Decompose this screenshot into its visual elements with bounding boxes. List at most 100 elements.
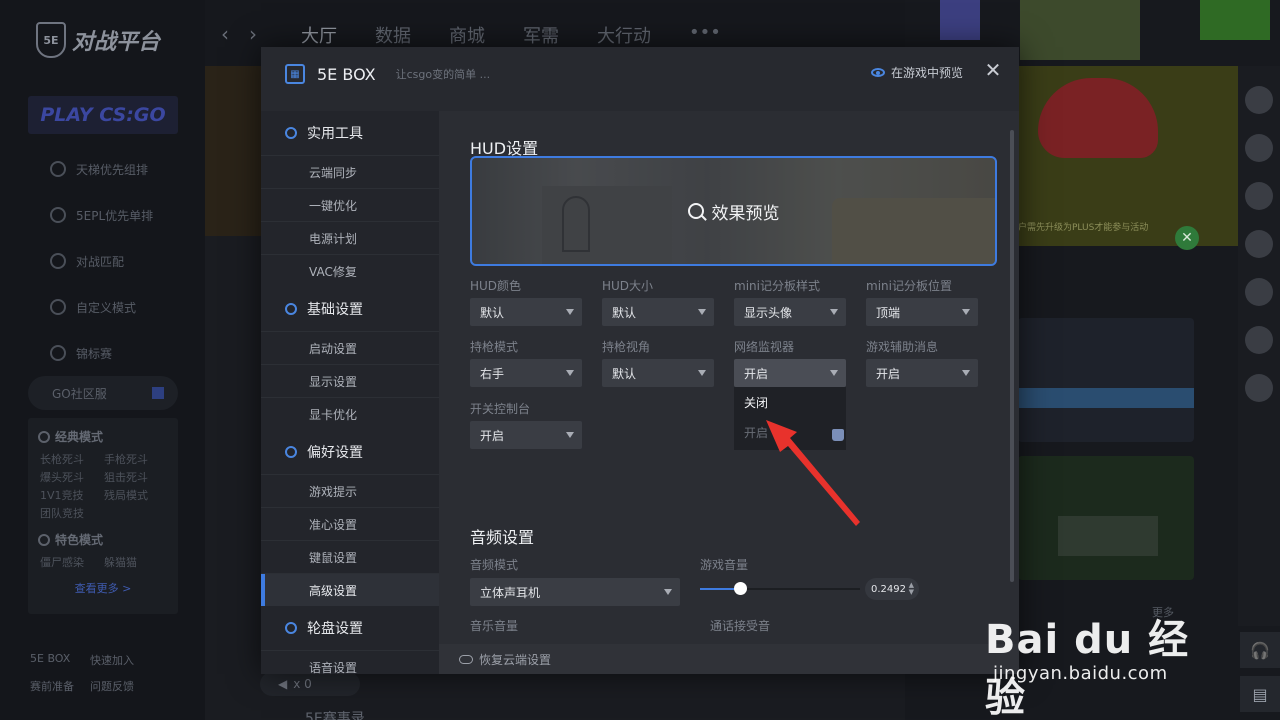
headset-icon[interactable]: 🎧 [1240,632,1280,668]
see-more-link[interactable]: 查看更多 > [38,580,168,596]
caret-down-icon [830,309,838,315]
avatar[interactable] [1245,326,1273,354]
sidebar-item-gpu[interactable]: 显卡优化 [261,397,439,430]
bottom-user: 5E赛事录 [305,711,365,720]
game-assist-select[interactable]: 开启 [866,359,978,387]
news-card[interactable] [1018,456,1194,580]
tab-more[interactable]: ••• [689,22,721,48]
sidebar-item-voice[interactable]: 语音设置 [261,650,439,674]
tab-supply[interactable]: 军需 [523,22,559,48]
sidebar-group-tools[interactable]: 实用工具 [261,111,439,155]
avatar[interactable] [1245,182,1273,210]
sidebar-item-keymouse[interactable]: 键鼠设置 [261,540,439,573]
top-tabs: 大厅 数据 商城 军需 大行动 ••• [301,22,721,48]
sidebar-item-vac-repair[interactable]: VAC修复 [261,254,439,287]
close-icon[interactable]: ✕ [1175,226,1199,250]
avatar[interactable] [1245,134,1273,162]
sidebar-item-display[interactable]: 显示设置 [261,364,439,397]
hud-size-select[interactable]: 默认 [602,298,714,326]
left-nav-item[interactable]: 自定义模式 [50,284,153,330]
shield-icon [50,161,66,177]
gun-view-select[interactable]: 默认 [602,359,714,387]
news-card[interactable] [1018,318,1194,442]
mini-scoreboard-pos-select[interactable]: 顶端 [866,298,978,326]
console-toggle-select[interactable]: 开启 [470,421,582,449]
cloud-icon [459,654,473,664]
promo-banner[interactable] [1018,66,1238,246]
tab-operation[interactable]: 大行动 [597,22,651,48]
audio-mode-select[interactable]: 立体声耳机 [470,578,680,606]
play-csgo-banner[interactable]: PLAY CS:GO [28,96,178,134]
scrollbar[interactable] [1010,130,1014,582]
sidebar-item-game-tips[interactable]: 游戏提示 [261,474,439,507]
sidebar-item-crosshair[interactable]: 准心设置 [261,507,439,540]
hud-color-label: HUD颜色 [470,279,522,293]
preview-in-game-button[interactable]: 在游戏中预览 [870,64,963,81]
game-volume-slider[interactable] [700,582,860,595]
tab-store[interactable]: 商城 [449,22,485,48]
notice-pill[interactable]: ◀ x 0 [260,672,360,696]
left-nav-item[interactable]: 5EPL优先单排 [50,192,153,238]
quick-join-link[interactable]: 快速加入 [90,652,170,668]
hud-color-select[interactable]: 默认 [470,298,582,326]
gear-icon [285,303,297,315]
sidebar-item-advanced[interactable]: 高级设置 [261,573,439,606]
option-on[interactable]: 开启 [734,417,846,447]
back-forward-arrows[interactable]: ‹› [221,22,277,46]
sidebar-group-basic[interactable]: 基础设置 [261,287,439,331]
close-button[interactable]: ✕ [983,60,1003,80]
sidebar-item-launch[interactable]: 启动设置 [261,331,439,364]
box-link[interactable]: 5E BOX [30,652,90,668]
hud-size-label: HUD大小 [602,279,654,293]
mode-link[interactable]: 残局模式 [104,487,168,503]
caret-down-icon [664,589,672,595]
friends-bar [1238,66,1280,626]
caret-down-icon [962,370,970,376]
restore-cloud-button[interactable]: 恢复云端设置 [439,644,1019,674]
hud-effect-preview[interactable]: 效果预览 [470,156,997,266]
mode-link[interactable]: 1V1竞技 [40,487,104,503]
left-nav-item[interactable]: 对战匹配 [50,238,153,284]
tab-lobby[interactable]: 大厅 [301,22,337,48]
tab-data[interactable]: 数据 [375,22,411,48]
mini-scoreboard-style-select[interactable]: 显示头像 [734,298,846,326]
go-community-button[interactable]: GO社区服 [28,376,178,410]
chat-icon[interactable]: ▤ [1240,676,1280,712]
sidebar-item-power-plan[interactable]: 电源计划 [261,221,439,254]
sidebar-item-optimize[interactable]: 一键优化 [261,188,439,221]
mode-link[interactable]: 躲猫猫 [104,554,168,570]
search-icon [687,203,704,219]
prep-link[interactable]: 赛前准备 [30,678,90,694]
more-link[interactable]: 更多 [1152,604,1174,620]
feedback-link[interactable]: 问题反馈 [90,678,170,694]
sidebar-group-wheel[interactable]: 轮盘设置 [261,606,439,650]
left-nav: 天梯优先组排 5EPL优先单排 对战匹配 自定义模式 锦标赛 [50,146,153,376]
sidebar-group-preferences[interactable]: 偏好设置 [261,430,439,474]
spinner-arrows-icon[interactable]: ▲ ▼ [909,582,914,596]
avatar[interactable] [1245,86,1273,114]
pixelated-block [1200,0,1270,40]
avatar[interactable] [1245,230,1273,258]
mode-link[interactable]: 手枪死斗 [104,451,168,467]
mode-link[interactable]: 爆头死斗 [40,469,104,485]
mode-link[interactable]: 长枪死斗 [40,451,104,467]
caret-down-icon [566,432,574,438]
sidebar-item-cloud-sync[interactable]: 云端同步 [261,155,439,188]
slider-knob[interactable] [733,582,747,595]
thumbs-up-icon [832,429,844,441]
mode-link[interactable]: 僵尸感染 [40,554,104,570]
option-off[interactable]: 关闭 [734,387,846,417]
caret-down-icon [698,370,706,376]
mode-link[interactable]: 团队竞技 [40,505,104,521]
net-monitor-select[interactable]: 开启 [734,359,846,387]
avatar[interactable] [1245,374,1273,402]
left-nav-item[interactable]: 天梯优先组排 [50,146,153,192]
avatar[interactable] [1245,278,1273,306]
brand-name: 对战平台 [72,30,161,55]
gun-hand-select[interactable]: 右手 [470,359,582,387]
left-nav-item[interactable]: 锦标赛 [50,330,153,376]
modal-subtitle: 让csgo变的简单 ... [395,68,491,81]
puzzle-icon [50,299,66,315]
game-volume-input[interactable]: 0.2492 ▲ ▼ [865,578,919,600]
mode-link[interactable]: 狙击死斗 [104,469,168,485]
